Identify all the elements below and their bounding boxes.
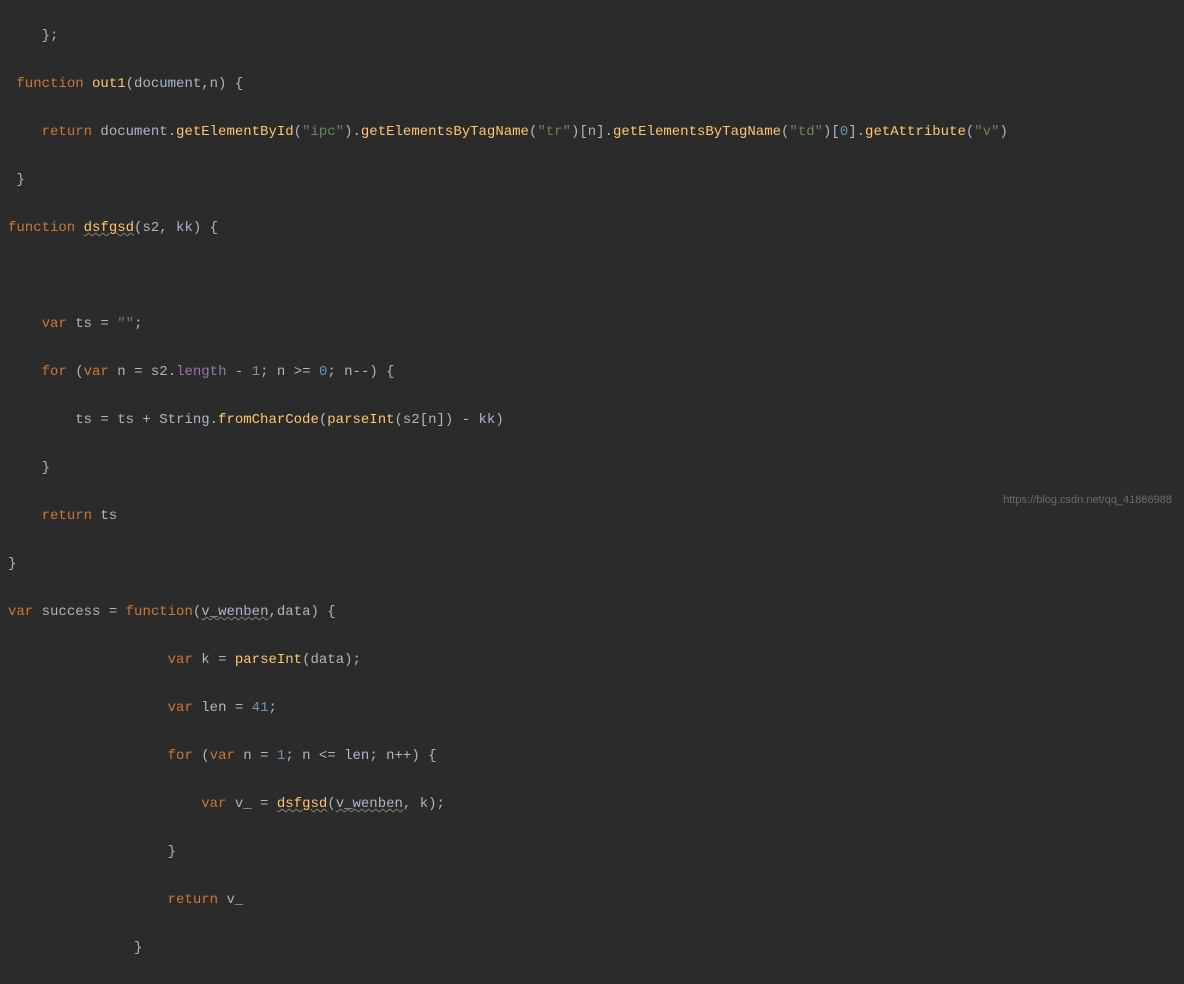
code-line: [0, 264, 1184, 288]
code-line: function dsfgsd(s2, kk) {: [0, 216, 1184, 240]
code-line: var len = 41;: [0, 696, 1184, 720]
code-line: var success = function(v_wenben,data) {: [0, 600, 1184, 624]
code-line: }: [0, 936, 1184, 960]
code-line: ts = ts + String.fromCharCode(parseInt(s…: [0, 408, 1184, 432]
watermark-text: https://blog.csdn.net/qq_41866988: [1003, 488, 1172, 512]
code-line: for (var n = s2.length - 1; n >= 0; n--)…: [0, 360, 1184, 384]
code-line: for (var n = 1; n <= len; n++) {: [0, 744, 1184, 768]
code-line: }: [0, 552, 1184, 576]
code-line: };: [0, 24, 1184, 48]
code-line: var ts = "";: [0, 312, 1184, 336]
code-line: }: [0, 168, 1184, 192]
code-line: var k = parseInt(data);: [0, 648, 1184, 672]
code-line: return document.getElementById("ipc").ge…: [0, 120, 1184, 144]
code-line: }: [0, 456, 1184, 480]
code-line: }: [0, 840, 1184, 864]
code-line: function out1(document,n) {: [0, 72, 1184, 96]
code-line: return v_: [0, 888, 1184, 912]
code-line: var v_ = dsfgsd(v_wenben, k);: [0, 792, 1184, 816]
